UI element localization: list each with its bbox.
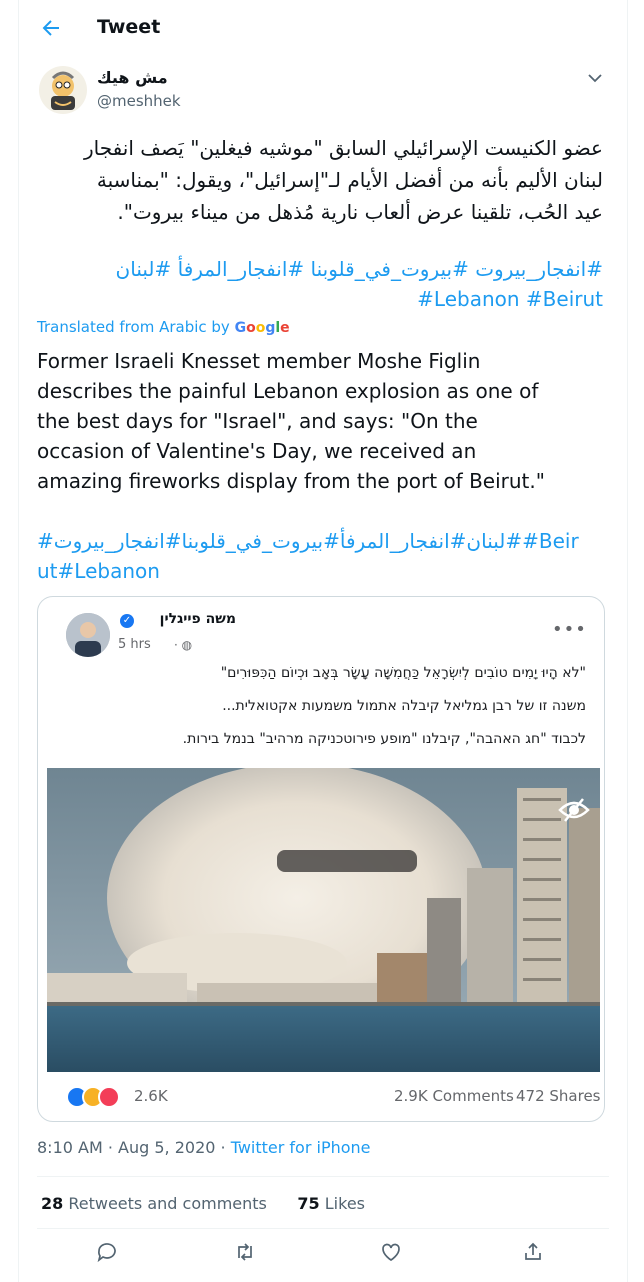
media-card[interactable]: ✓ משה פייגלין 5 hrs · ◍ ••• "לא הָיוּ יָ…: [37, 596, 605, 1122]
more-options-icon[interactable]: •••: [552, 619, 587, 640]
comments-count: 2.9K Comments: [394, 1087, 514, 1105]
hidden-eye-icon[interactable]: [557, 796, 591, 824]
translated-text: Translated from Arabic by: [37, 318, 230, 336]
shares-count: 472 Shares: [516, 1087, 601, 1105]
tweet-line: عيد الحُب، تلقينا عرض ألعاب نارية مُذهل …: [117, 200, 603, 224]
meta-separator: ·: [215, 1138, 231, 1157]
author-name[interactable]: مش هيك: [97, 68, 168, 87]
fb-avatar[interactable]: [66, 613, 110, 657]
avatar[interactable]: [39, 66, 87, 114]
reactions-count: 2.6K: [134, 1087, 168, 1105]
tweet-source[interactable]: Twitter for iPhone: [231, 1138, 371, 1157]
hashtags-english[interactable]: #Lebanon #Beirut: [37, 284, 603, 314]
fb-text-line: משנה זו של רבן גמליאל קיבלה אתמול משמעות…: [222, 698, 586, 714]
chevron-down-icon[interactable]: [585, 68, 605, 88]
translation-line: the best days for "Israel", and says: "O…: [37, 409, 478, 433]
hashtags-translated[interactable]: #لبنان#انفجار_المرفأ#بيروت_في_قلوبنا#انف…: [37, 526, 607, 586]
back-arrow-icon[interactable]: [39, 16, 63, 40]
tweet-actions: [19, 1236, 627, 1270]
globe-icon: · ◍: [174, 638, 193, 652]
love-reaction-icon: [98, 1086, 120, 1108]
meta-separator: ·: [102, 1138, 119, 1157]
hashtags-line[interactable]: ut#Lebanon: [37, 556, 607, 586]
tweet-text-arabic: عضو الكنيست الإسرائيلي السابق "موشيه فيغ…: [37, 132, 603, 228]
tweet-date[interactable]: Aug 5, 2020: [118, 1138, 215, 1157]
tweet-header: Tweet: [19, 0, 627, 56]
page-title: Tweet: [97, 16, 161, 38]
retweets-stat[interactable]: 28 Retweets and comments: [41, 1194, 267, 1213]
post-photo[interactable]: [47, 768, 600, 1072]
divider: [37, 1176, 609, 1177]
fb-text-line: "לא הָיוּ יָמִים טוֹבִים לְיִשְׂרָאֵל כַ…: [220, 665, 586, 681]
fb-post-footer: 2.6K 2.9K Comments 472 Shares: [38, 1072, 604, 1120]
translation-line: amazing fireworks display from the port …: [37, 469, 545, 493]
hashtags-arabic[interactable]: #انفجار_بيروت #بيروت_في_قلوبنا #انفجار_ا…: [37, 254, 603, 284]
verified-icon: ✓: [120, 614, 134, 628]
share-icon[interactable]: [521, 1240, 545, 1264]
translation-line: occasion of Valentine's Day, we received…: [37, 439, 477, 463]
google-logo: Google: [234, 320, 290, 336]
retweet-icon[interactable]: [233, 1240, 257, 1264]
tweet-time[interactable]: 8:10 AM: [37, 1138, 103, 1157]
tweet-line: لبنان الأليم بأنه من أفضل الأيام لـ"إسرا…: [96, 168, 603, 192]
divider: [37, 1228, 609, 1229]
translation-line: Former Israeli Knesset member Moshe Figl…: [37, 349, 481, 373]
author-handle[interactable]: @meshhek: [97, 92, 181, 110]
tweet-translation: Former Israeli Knesset member Moshe Figl…: [37, 346, 607, 496]
fb-text-line: לכבוד "חג האהבה", קיבלנו "מופע פירוטכניק…: [182, 731, 586, 747]
hashtags-line[interactable]: #لبنان#انفجار_المرفأ#بيروت_في_قلوبنا#انف…: [37, 526, 607, 556]
tweet-line: عضو الكنيست الإسرائيلي السابق "موشيه فيغ…: [84, 136, 603, 160]
reply-icon[interactable]: [95, 1240, 119, 1264]
likes-stat[interactable]: 75 Likes: [297, 1194, 365, 1213]
tweet-stats: 28 Retweets and comments 75 Likes: [41, 1194, 365, 1213]
heart-icon[interactable]: [379, 1240, 403, 1264]
tweet-meta: 8:10 AM · Aug 5, 2020 · Twitter for iPho…: [37, 1138, 371, 1157]
translated-label[interactable]: Translated from Arabic by Google: [37, 318, 290, 336]
translation-line: describes the painful Lebanon explosion …: [37, 379, 539, 403]
tweet-column: Tweet مش هيك @meshhek عضو الكنيست الإسرا…: [18, 0, 628, 1282]
fb-post-time[interactable]: 5 hrs: [118, 637, 151, 652]
fb-author-name[interactable]: משה פייגלין: [136, 611, 236, 627]
